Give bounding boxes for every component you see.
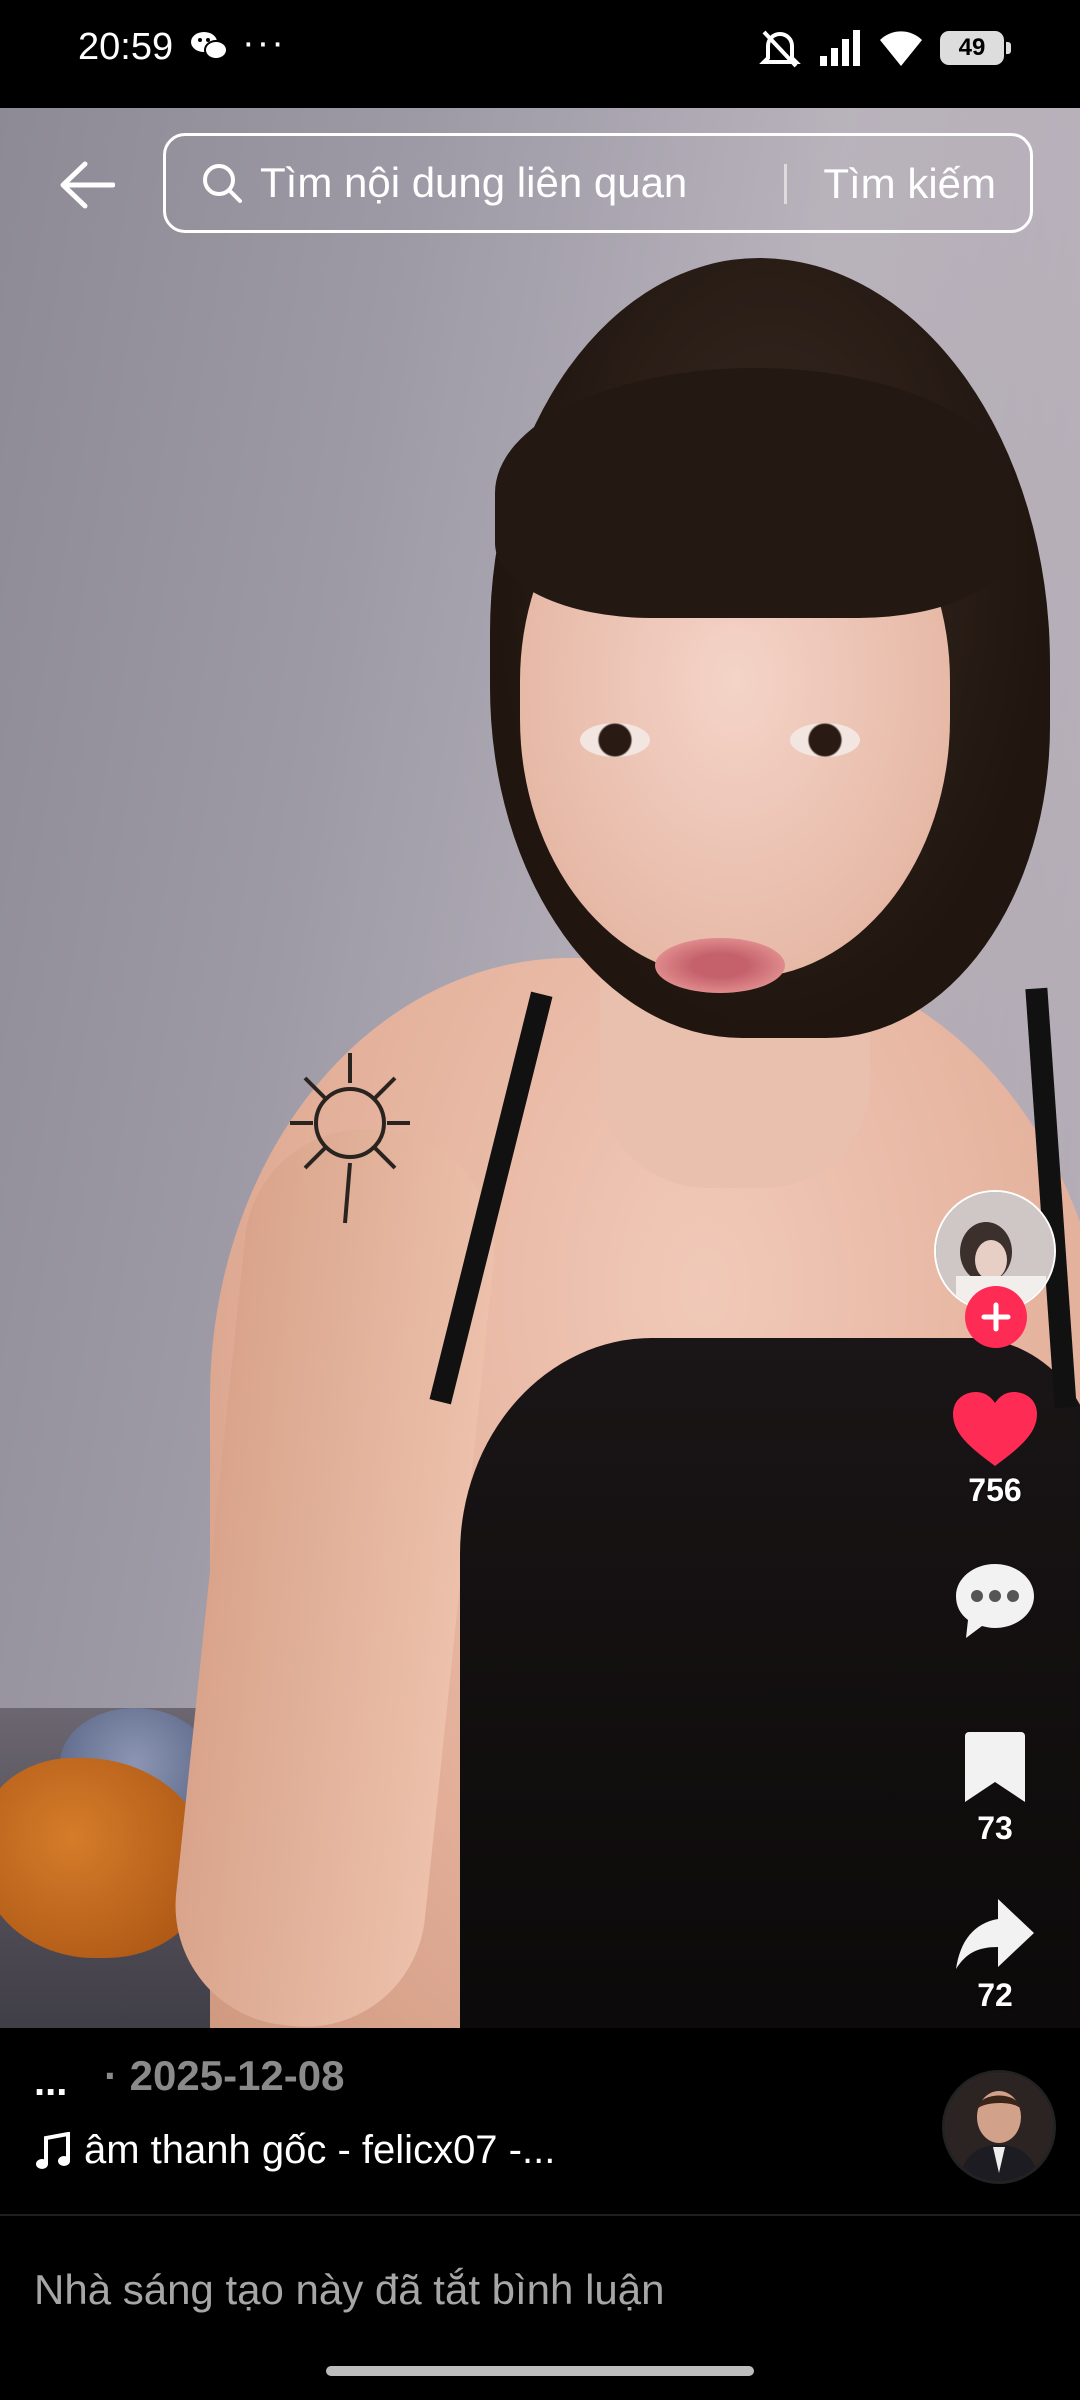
status-more-dots: ··· <box>242 22 286 64</box>
share-button[interactable]: 72 <box>925 1895 1065 2014</box>
share-count: 72 <box>977 1977 1013 2013</box>
status-bar: 20:59 ··· 49 <box>0 0 1080 108</box>
music-title[interactable]: âm thanh gốc - felicx07 -... <box>84 2128 555 2173</box>
video-info: ... · 2025-12-08 âm thanh gốc - felicx07… <box>0 2028 1080 2214</box>
heart-icon <box>953 1392 1037 1466</box>
battery-icon: 49 <box>940 31 1011 65</box>
plus-icon <box>981 1302 1011 1332</box>
back-arrow-icon <box>60 161 115 209</box>
like-count: 756 <box>968 1472 1022 1508</box>
caption-more[interactable]: ... <box>34 2060 67 2105</box>
search-icon <box>203 164 242 203</box>
status-time: 20:59 <box>78 26 174 68</box>
signal-icon <box>820 30 860 66</box>
search-bar[interactable]: Tìm nội dung liên quan Tìm kiếm <box>163 133 1033 233</box>
video-player[interactable] <box>0 108 1080 2028</box>
wifi-icon <box>880 31 922 66</box>
search-button[interactable]: Tìm kiếm <box>823 160 996 208</box>
wechat-icon <box>191 32 228 60</box>
search-input[interactable]: Tìm nội dung liên quan <box>260 159 687 207</box>
music-avatar-image <box>945 2073 1053 2181</box>
bookmark-count: 73 <box>977 1810 1013 1846</box>
mute-icon <box>759 30 801 68</box>
share-icon <box>956 1899 1034 1969</box>
home-indicator[interactable] <box>326 2366 754 2376</box>
status-icons: 49 <box>758 26 1011 70</box>
bookmark-icon <box>965 1732 1025 1802</box>
like-button[interactable]: 756 <box>925 1390 1065 1509</box>
video-person-eye <box>580 723 650 757</box>
comment-icon <box>956 1564 1034 1638</box>
back-button[interactable] <box>52 150 122 220</box>
comments-disabled-text: Nhà sáng tạo này đã tắt bình luận <box>34 2266 665 2313</box>
video-person-eye <box>790 723 860 757</box>
video-person-lips <box>655 938 785 993</box>
video-person-bangs <box>495 368 1015 618</box>
follow-button[interactable] <box>965 1286 1027 1348</box>
bookmark-button[interactable]: 73 <box>925 1730 1065 1847</box>
comment-bar: Nhà sáng tạo này đã tắt bình luận <box>0 2216 1080 2400</box>
music-avatar[interactable] <box>942 2070 1056 2184</box>
video-tattoo <box>290 1053 410 1224</box>
post-date: · 2025-12-08 <box>104 2052 345 2099</box>
search-divider <box>784 164 787 204</box>
comment-button[interactable] <box>925 1560 1065 1642</box>
music-note-icon <box>36 2132 70 2169</box>
